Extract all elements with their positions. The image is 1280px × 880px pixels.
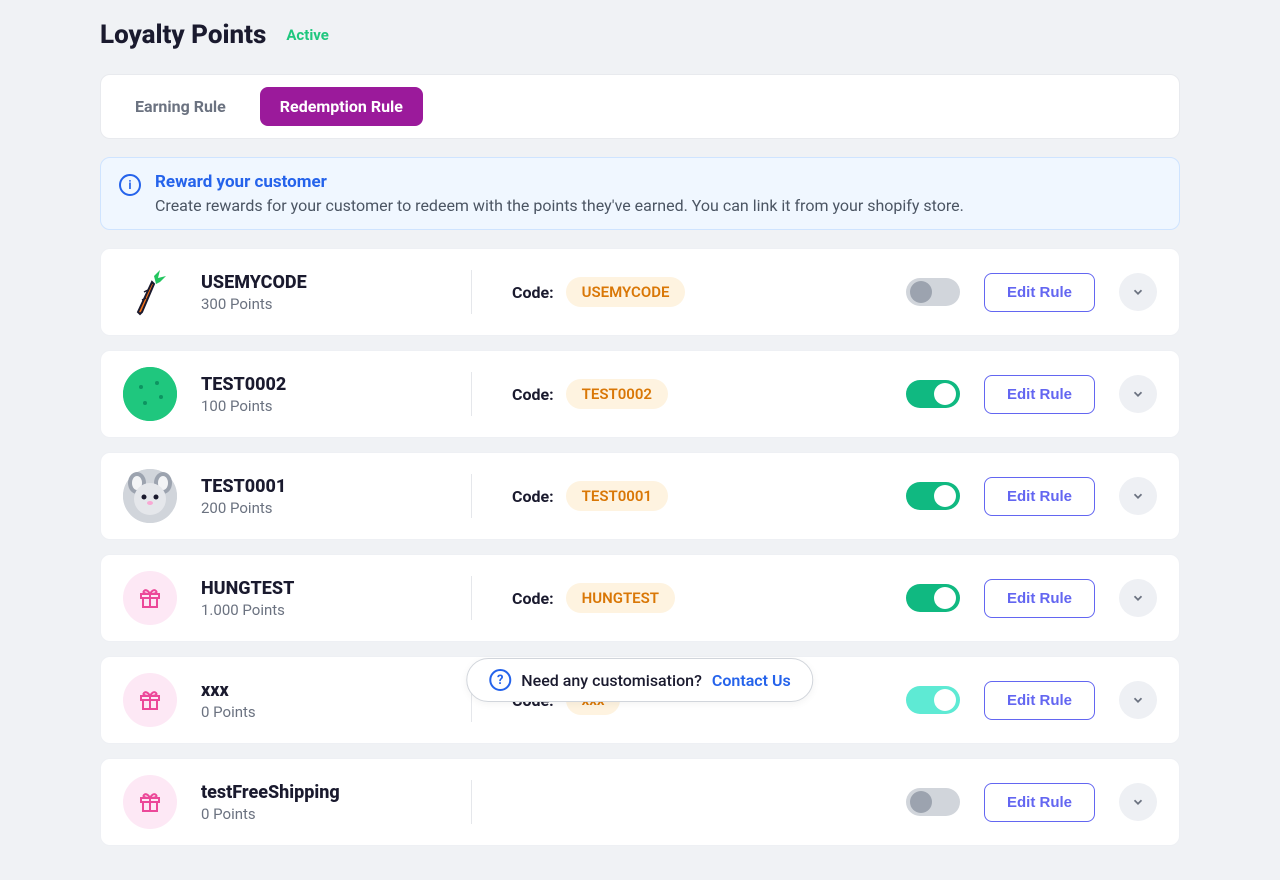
rule-card: testFreeShipping 0 Points Edit Rule [100,758,1180,846]
edit-rule-button[interactable]: Edit Rule [984,579,1095,618]
help-icon: ? [489,669,511,691]
chevron-down-icon [1131,795,1145,809]
rule-card: HUNGTEST 1.000 Points Code: HUNGTEST Edit… [100,554,1180,642]
rule-name: TEST0001 [201,476,451,497]
rule-name: xxx [201,680,451,701]
help-pill: ? Need any customisation? Contact Us [466,658,813,702]
tab-redemption-rule[interactable]: Redemption Rule [260,87,423,126]
rule-name: TEST0002 [201,374,451,395]
divider [471,576,472,620]
code-label: Code: [512,589,554,608]
info-banner-desc: Create rewards for your customer to rede… [155,196,964,215]
expand-button[interactable] [1119,375,1157,413]
chevron-down-icon [1131,591,1145,605]
rule-icon [123,775,177,829]
rule-toggle[interactable] [906,380,960,408]
chevron-down-icon [1131,387,1145,401]
tabs-bar: Earning Rule Redemption Rule [100,74,1180,139]
expand-button[interactable] [1119,273,1157,311]
expand-button[interactable] [1119,477,1157,515]
code-label: Code: [512,283,554,302]
rule-name: USEMYCODE [201,272,451,293]
code-pill: TEST0002 [566,379,668,409]
info-banner-title: Reward your customer [155,172,964,192]
rule-points: 200 Points [201,499,451,517]
code-section: Code: TEST0002 [512,379,906,409]
code-pill: USEMYCODE [566,277,686,307]
rule-points: 300 Points [201,295,451,313]
edit-rule-button[interactable]: Edit Rule [984,477,1095,516]
rule-points: 100 Points [201,397,451,415]
edit-rule-button[interactable]: Edit Rule [984,783,1095,822]
expand-button[interactable] [1119,579,1157,617]
chevron-down-icon [1131,693,1145,707]
rule-name: HUNGTEST [201,578,451,599]
rule-toggle[interactable] [906,278,960,306]
rule-points: 0 Points [201,703,451,721]
help-text: Need any customisation? [521,671,702,690]
info-banner: i Reward your customer Create rewards fo… [100,157,1180,230]
divider [471,780,472,824]
rule-icon [123,469,177,523]
code-section: Code: TEST0001 [512,481,906,511]
rule-icon [123,265,177,319]
chevron-down-icon [1131,489,1145,503]
edit-rule-button[interactable]: Edit Rule [984,273,1095,312]
rule-icon [123,571,177,625]
expand-button[interactable] [1119,783,1157,821]
code-label: Code: [512,385,554,404]
rule-toggle[interactable] [906,584,960,612]
rule-card: TEST0001 200 Points Code: TEST0001 Edit R… [100,452,1180,540]
rule-icon [123,367,177,421]
rule-name: testFreeShipping [201,782,451,803]
edit-rule-button[interactable]: Edit Rule [984,375,1095,414]
code-pill: TEST0001 [566,481,668,511]
rule-toggle[interactable] [906,482,960,510]
code-label: Code: [512,487,554,506]
tab-earning-rule[interactable]: Earning Rule [115,87,246,126]
code-section: Code: HUNGTEST [512,583,906,613]
edit-rule-button[interactable]: Edit Rule [984,681,1095,720]
divider [471,372,472,416]
contact-us-link[interactable]: Contact Us [712,671,791,690]
rule-points: 1.000 Points [201,601,451,619]
status-badge: Active [286,26,329,44]
rule-toggle[interactable] [906,686,960,714]
rule-card: USEMYCODE 300 Points Code: USEMYCODE Edit… [100,248,1180,336]
rule-icon [123,673,177,727]
chevron-down-icon [1131,285,1145,299]
rule-toggle[interactable] [906,788,960,816]
page-title: Loyalty Points [100,20,266,50]
divider [471,270,472,314]
divider [471,474,472,518]
info-icon: i [119,174,141,196]
rule-card: TEST0002 100 Points Code: TEST0002 Edit R… [100,350,1180,438]
expand-button[interactable] [1119,681,1157,719]
rule-points: 0 Points [201,805,451,823]
code-section: Code: USEMYCODE [512,277,906,307]
code-pill: HUNGTEST [566,583,675,613]
